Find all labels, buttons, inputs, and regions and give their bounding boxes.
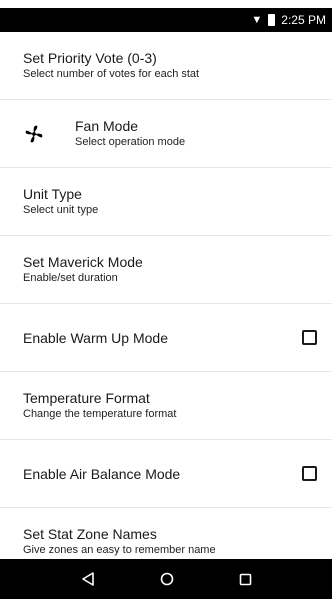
setting-stat-zone-names[interactable]: Set Stat Zone Names Give zones an easy t… bbox=[0, 508, 332, 559]
setting-subtitle: Select number of votes for each stat bbox=[23, 68, 200, 80]
setting-fan-mode[interactable]: Fan Mode Select operation mode bbox=[0, 100, 332, 168]
setting-maverick-mode[interactable]: Set Maverick Mode Enable/set duration bbox=[0, 236, 332, 304]
top-margin bbox=[0, 0, 332, 8]
setting-subtitle: Give zones an easy to remember name bbox=[23, 544, 216, 556]
setting-title: Enable Warm Up Mode bbox=[23, 329, 168, 346]
setting-subtitle: Enable/set duration bbox=[23, 272, 118, 284]
setting-subtitle: Select operation mode bbox=[75, 136, 186, 148]
setting-title: Temperature Format bbox=[23, 390, 150, 406]
setting-title: Enable Air Balance Mode bbox=[23, 465, 181, 482]
setting-title: Unit Type bbox=[23, 186, 82, 202]
recents-icon[interactable] bbox=[239, 573, 252, 586]
warm-up-mode-checkbox[interactable] bbox=[302, 329, 317, 345]
setting-title: Set Maverick Mode bbox=[23, 254, 143, 270]
back-icon[interactable] bbox=[81, 572, 95, 586]
status-bar: ▼ 2:25 PM bbox=[0, 8, 332, 32]
fan-icon bbox=[25, 125, 43, 142]
setting-title: Set Priority Vote (0-3) bbox=[23, 50, 157, 66]
navigation-bar bbox=[0, 559, 332, 599]
setting-priority-vote[interactable]: Set Priority Vote (0-3) Select number of… bbox=[0, 32, 332, 100]
setting-title: Set Stat Zone Names bbox=[23, 526, 157, 542]
air-balance-mode-checkbox[interactable] bbox=[302, 465, 317, 481]
setting-air-balance-mode[interactable]: Enable Air Balance Mode bbox=[0, 440, 332, 508]
battery-icon bbox=[268, 14, 276, 26]
setting-title: Fan Mode bbox=[75, 118, 139, 134]
home-icon[interactable] bbox=[160, 572, 174, 586]
status-time: 2:25 PM bbox=[281, 13, 326, 27]
setting-subtitle: Select unit type bbox=[23, 204, 99, 216]
setting-temperature-format[interactable]: Temperature Format Change the temperatur… bbox=[0, 372, 332, 440]
screen: ▼ 2:25 PM Set Priority Vote (0-3) Select… bbox=[0, 0, 332, 599]
wifi-icon: ▼ bbox=[251, 14, 263, 26]
settings-list: Set Priority Vote (0-3) Select number of… bbox=[0, 32, 332, 559]
setting-unit-type[interactable]: Unit Type Select unit type bbox=[0, 168, 332, 236]
setting-subtitle: Change the temperature format bbox=[23, 408, 177, 420]
setting-warm-up-mode[interactable]: Enable Warm Up Mode bbox=[0, 304, 332, 372]
